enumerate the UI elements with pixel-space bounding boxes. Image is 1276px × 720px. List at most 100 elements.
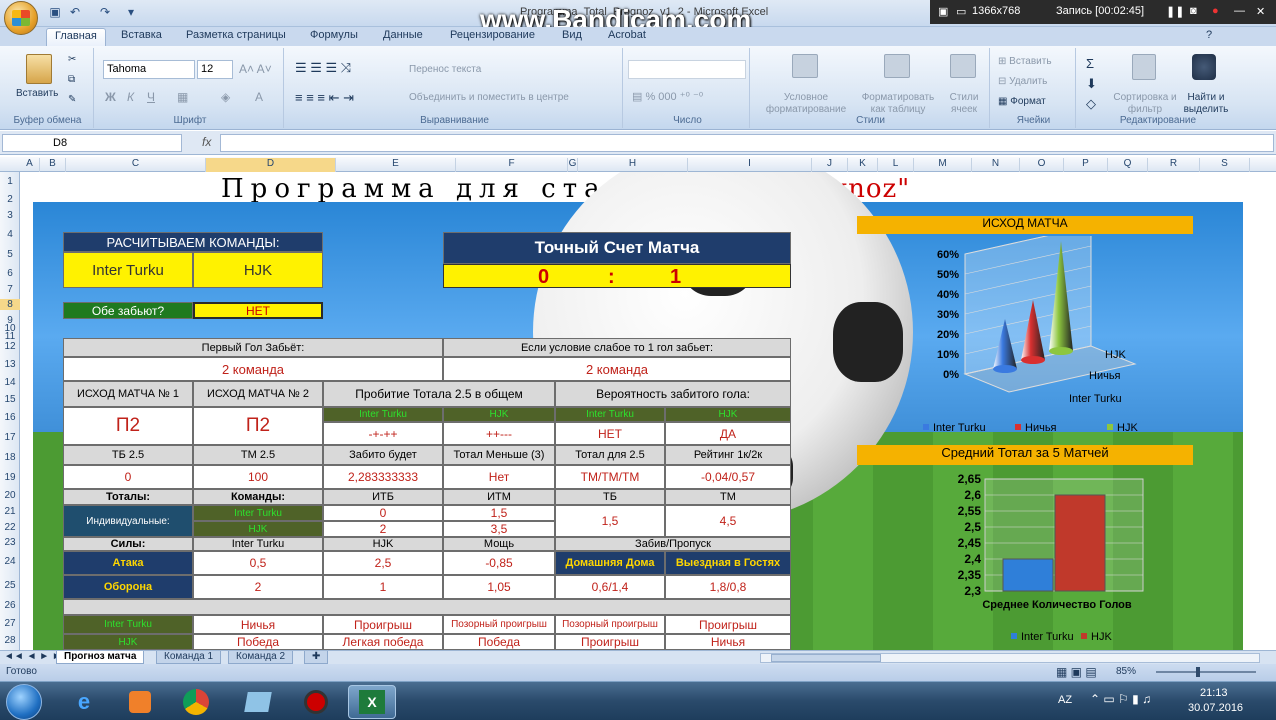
view-buttons-icon[interactable]: ▦ ▣ ▤ [1056,665,1097,679]
sheet-tab-team2[interactable]: Команда 2 [228,651,294,664]
cell-styles-button[interactable]: Стили ячеек [942,92,986,116]
wrap-text-button[interactable]: Перенос текста [409,64,481,75]
fill-icon[interactable]: ⬇ [1086,76,1097,92]
formula-input[interactable] [220,134,1274,152]
row-header-7[interactable]: 7 [0,284,20,295]
ie-icon[interactable]: e [60,685,108,719]
column-header-Q[interactable]: Q [1108,158,1148,172]
underline-icon[interactable]: Ч [147,90,155,104]
column-header-I[interactable]: I [688,158,812,172]
save-icon[interactable]: ▣ [46,3,64,21]
sheet-tab-team1[interactable]: Команда 1 [156,651,222,664]
new-sheet-icon[interactable]: ✚ [304,651,329,664]
row-header-26[interactable]: 26 [0,600,20,611]
sheet-tab-forecast[interactable]: Прогноз матча [56,651,145,664]
column-header-E[interactable]: E [336,158,456,172]
column-header-F[interactable]: F [456,158,568,172]
column-header-L[interactable]: L [878,158,914,172]
row-header-17[interactable]: 17 [0,432,20,443]
accounting-icon[interactable]: ▤ % 000 ⁺⁰ ⁻⁰ [632,90,703,103]
sort-filter-button[interactable]: Сортировка и фильтр [1112,92,1178,116]
row-header-5[interactable]: 5 [0,249,20,260]
window-mode-icon[interactable]: ▣ [938,5,948,18]
row-header-1[interactable]: 1 [0,176,20,187]
tab-formulas[interactable]: Формулы [310,29,358,41]
row-header-23[interactable]: 23 [0,537,20,548]
column-header-O[interactable]: O [1020,158,1064,172]
office-button[interactable] [4,1,38,35]
team1-cell[interactable]: Inter Turku [63,252,193,288]
paste-icon[interactable] [26,54,52,84]
number-format-select[interactable] [628,60,746,79]
cut-icon[interactable]: ✂ [68,54,76,65]
clear-icon[interactable]: ◇ [1086,96,1096,112]
close-icon[interactable]: ✕ [1256,5,1265,18]
excel-taskbar-icon[interactable]: X [348,685,396,719]
minimize-icon[interactable]: — [1234,5,1245,17]
sort-filter-icon[interactable] [1132,54,1156,80]
format-cells-button[interactable]: ▦ Формат [998,96,1046,107]
tab-data[interactable]: Данные [383,29,423,41]
row-header-27[interactable]: 27 [0,618,20,629]
team2-cell[interactable]: HJK [193,252,323,288]
column-header-P[interactable]: P [1064,158,1108,172]
tab-insert[interactable]: Вставка [121,29,162,41]
font-color-icon[interactable]: A [255,90,263,104]
row-header-12[interactable]: 12 [0,341,20,352]
insert-function-icon[interactable]: fx [202,135,211,149]
borders-icon[interactable]: ▦ [177,90,188,104]
row-header-20[interactable]: 20 [0,490,20,501]
find-select-button[interactable]: Найти и выделить [1178,92,1234,116]
column-header-N[interactable]: N [972,158,1020,172]
tab-acrobat[interactable]: Acrobat [608,29,646,41]
record-icon[interactable]: ● [1212,5,1219,17]
format-as-table-button[interactable]: Форматировать как таблицу [856,92,940,116]
bold-icon[interactable]: Ж [105,90,116,104]
tab-review[interactable]: Рецензирование [450,29,535,41]
row-header-21[interactable]: 21 [0,506,20,517]
help-icon[interactable]: ? [1206,29,1212,41]
row-header-24[interactable]: 24 [0,556,20,567]
column-header-B[interactable]: B [40,158,66,172]
column-header-K[interactable]: K [848,158,878,172]
media-player-icon[interactable] [116,685,164,719]
format-as-table-icon[interactable] [884,54,910,78]
delete-cells-button[interactable]: ⊟ Удалить [998,76,1047,87]
zoom-slider[interactable] [1156,667,1256,677]
start-button-icon[interactable] [6,684,42,720]
merge-center-button[interactable]: Объединить и поместить в центре [409,92,569,103]
row-header-15[interactable]: 15 [0,394,20,405]
tab-home[interactable]: Главная [46,28,106,46]
font-name-select[interactable]: Tahoma [103,60,195,79]
row-header-3[interactable]: 3 [0,210,20,221]
avg-total-chart[interactable]: 2,3 2,35 2,4 2,45 2,5 2,55 2,6 2,65 Среднее Коли… [857,467,1193,650]
cell-styles-icon[interactable] [950,54,976,78]
copy-icon[interactable]: ⧉ [68,74,75,85]
fill-color-icon[interactable]: ◈ [221,90,230,104]
align-left-icon[interactable]: ≡ ≡ ≡ ⇤ ⇥ [295,90,354,106]
row-header-6[interactable]: 6 [0,268,20,279]
row-header-25[interactable]: 25 [0,580,20,591]
worksheet[interactable]: Программа для ставок "Total Prognoz" РАС… [21,172,1276,650]
column-header-G[interactable]: G [568,158,578,172]
column-header-M[interactable]: M [914,158,972,172]
tab-view[interactable]: Вид [562,29,582,41]
grow-font-icon[interactable]: A˄ A˅ [239,62,272,76]
language-indicator[interactable]: AZ [1058,694,1072,706]
bandicam-icon[interactable] [292,685,340,719]
format-painter-icon[interactable]: ✎ [68,94,76,105]
both-score-value[interactable]: НЕТ [193,302,323,319]
conditional-format-icon[interactable] [792,54,818,78]
row-header-13[interactable]: 13 [0,359,20,370]
row-header-16[interactable]: 16 [0,412,20,423]
quick-access-menu-icon[interactable]: ▾ [122,3,140,21]
horizontal-scrollbar[interactable] [760,653,1260,663]
insert-cells-button[interactable]: ⊞ Вставить [998,56,1052,67]
row-header-28[interactable]: 28 [0,635,20,646]
row-header-22[interactable]: 22 [0,522,20,533]
align-top-icon[interactable]: ☰ ☰ ☰ ⤨ [295,60,351,76]
row-header-2[interactable]: 2 [0,194,20,205]
column-header-C[interactable]: C [66,158,206,172]
camera-icon[interactable]: ◙ [1190,5,1197,17]
column-header-J[interactable]: J [812,158,848,172]
